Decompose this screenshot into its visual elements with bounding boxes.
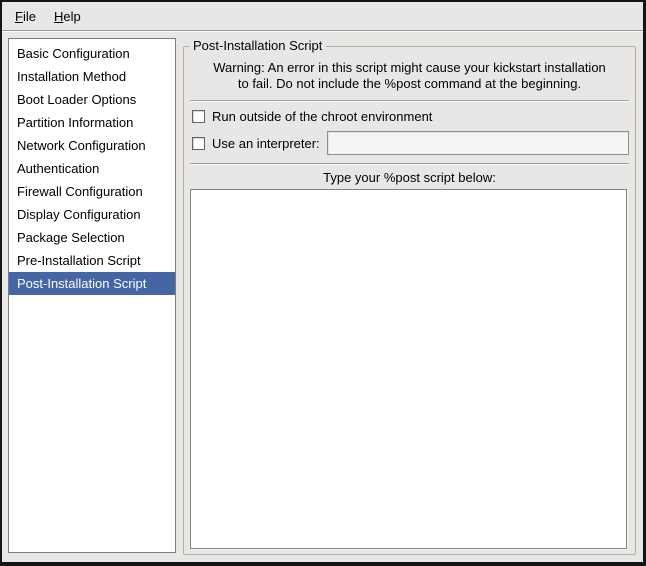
script-area-label: Type your %post script below: — [190, 170, 629, 185]
warning-line-1: Warning: An error in this script might c… — [190, 60, 629, 76]
frame-body: Warning: An error in this script might c… — [190, 57, 629, 549]
section-list: Basic Configuration Installation Method … — [8, 38, 176, 553]
warning-text: Warning: An error in this script might c… — [190, 60, 629, 92]
sidebar-item-display-configuration[interactable]: Display Configuration — [9, 203, 175, 226]
chroot-checkbox-label[interactable]: Run outside of the chroot environment — [212, 109, 432, 124]
kickstart-configurator-window: File Help Basic Configuration Installati… — [0, 0, 646, 566]
post-script-textarea[interactable] — [190, 189, 627, 549]
chroot-checkbox[interactable] — [192, 110, 205, 123]
sidebar-item-basic-configuration[interactable]: Basic Configuration — [9, 42, 175, 65]
warning-line-2: to fail. Do not include the %post comman… — [190, 76, 629, 92]
menubar: File Help — [2, 2, 643, 31]
sidebar-item-authentication[interactable]: Authentication — [9, 157, 175, 180]
frame-title: Post-Installation Script — [189, 38, 326, 53]
sidebar-item-installation-method[interactable]: Installation Method — [9, 65, 175, 88]
chroot-checkbox-row: Run outside of the chroot environment — [190, 109, 629, 124]
sidebar-item-pre-installation-script[interactable]: Pre-Installation Script — [9, 249, 175, 272]
sidebar-item-boot-loader-options[interactable]: Boot Loader Options — [9, 88, 175, 111]
interpreter-checkbox[interactable] — [192, 137, 205, 150]
sidebar-item-post-installation-script[interactable]: Post-Installation Script — [9, 272, 175, 295]
menu-help[interactable]: Help — [45, 5, 90, 28]
separator — [190, 100, 629, 102]
interpreter-input[interactable] — [327, 131, 629, 155]
sidebar-item-partition-information[interactable]: Partition Information — [9, 111, 175, 134]
menu-file[interactable]: File — [6, 5, 45, 28]
sidebar-item-firewall-configuration[interactable]: Firewall Configuration — [9, 180, 175, 203]
sidebar-item-package-selection[interactable]: Package Selection — [9, 226, 175, 249]
separator — [190, 163, 629, 165]
interpreter-checkbox-row: Use an interpreter: — [190, 131, 629, 155]
sidebar-item-network-configuration[interactable]: Network Configuration — [9, 134, 175, 157]
post-installation-frame: Post-Installation Script Warning: An err… — [183, 46, 636, 555]
interpreter-checkbox-label[interactable]: Use an interpreter: — [212, 136, 320, 151]
